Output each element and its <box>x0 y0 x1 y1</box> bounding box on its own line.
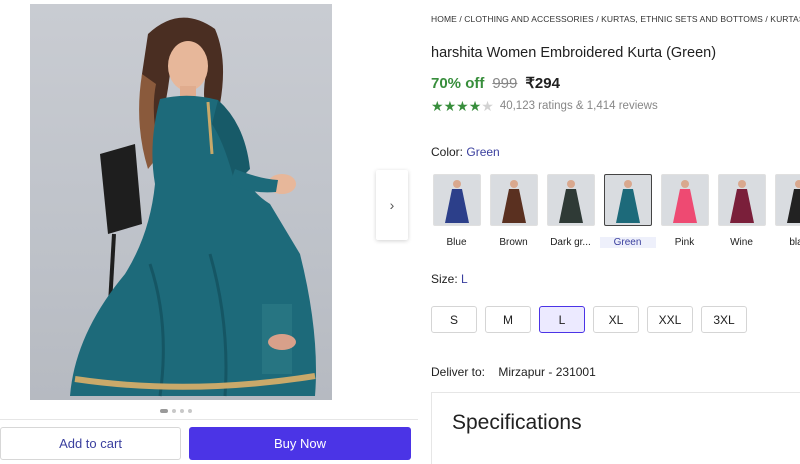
gallery-dot[interactable] <box>180 409 184 413</box>
specifications-section: Specifications <box>431 392 800 464</box>
gallery-dots <box>160 409 192 413</box>
color-swatch[interactable]: Dark gr... <box>545 174 596 248</box>
buy-now-button[interactable]: Buy Now <box>189 427 411 460</box>
swatch-label: Blue <box>429 237 485 248</box>
color-swatch[interactable]: Blue <box>431 174 482 248</box>
size-option-xxl[interactable]: XXL <box>647 306 693 333</box>
breadcrumb[interactable]: HOME / CLOTHING AND ACCESSORIES / KURTAS… <box>431 14 800 24</box>
delivery-info[interactable]: Deliver to: Mirzapur - 231001 <box>431 365 596 379</box>
rating-count: 40,123 ratings & 1,414 reviews <box>500 100 658 112</box>
selling-price: ₹294 <box>525 74 560 92</box>
size-option-xl[interactable]: XL <box>593 306 639 333</box>
color-swatch[interactable]: Wine <box>716 174 767 248</box>
size-option-s[interactable]: S <box>431 306 477 333</box>
gallery-dot[interactable] <box>172 409 176 413</box>
star-icon: ★ <box>431 99 444 113</box>
divider <box>0 419 418 420</box>
swatch-label: blac <box>771 237 800 248</box>
add-to-cart-button[interactable]: Add to cart <box>0 427 181 460</box>
chevron-right-icon: › <box>390 197 395 213</box>
size-selected-value: L <box>461 272 468 286</box>
size-option-3xl[interactable]: 3XL <box>701 306 747 333</box>
color-label-text: Color: <box>431 145 463 159</box>
swatch-label: Pink <box>657 237 713 248</box>
product-image[interactable] <box>30 4 332 400</box>
color-label: Color: Green <box>431 145 500 159</box>
size-option-m[interactable]: M <box>485 306 531 333</box>
swatch-thumbnail <box>490 174 538 226</box>
price-row: 70% off 999 ₹294 <box>431 74 560 92</box>
size-label-text: Size: <box>431 272 458 286</box>
original-price: 999 <box>492 75 517 92</box>
swatch-label: Green <box>600 237 656 248</box>
swatch-thumbnail <box>433 174 481 226</box>
rating-row[interactable]: ★★★★★ 40,123 ratings & 1,414 reviews <box>431 99 658 113</box>
color-swatch[interactable]: Green <box>602 174 653 248</box>
delivery-label: Deliver to: <box>431 365 485 379</box>
size-label: Size: L <box>431 272 468 286</box>
gallery-dot[interactable] <box>160 409 168 413</box>
swatch-thumbnail <box>718 174 766 226</box>
color-swatch[interactable]: blac <box>773 174 800 248</box>
model-illustration <box>30 4 332 400</box>
star-icon: ★ <box>444 99 457 113</box>
color-selected-value: Green <box>466 145 499 159</box>
size-options: SML XL XXL 3XL <box>431 306 747 333</box>
star-icon: ★ <box>481 99 494 113</box>
rating-stars: ★★★★★ <box>431 99 494 113</box>
swatch-label: Dark gr... <box>543 237 599 248</box>
product-title: harshita Women Embroidered Kurta (Green) <box>431 45 716 61</box>
color-swatches: BlueBrownDark gr...GreenPinkWineblac <box>431 174 800 248</box>
swatch-thumbnail <box>604 174 652 226</box>
specifications-title: Specifications <box>452 411 582 435</box>
swatch-label: Brown <box>486 237 542 248</box>
swatch-thumbnail <box>775 174 800 226</box>
gallery-dot[interactable] <box>188 409 192 413</box>
color-swatch[interactable]: Brown <box>488 174 539 248</box>
swatch-label: Wine <box>714 237 770 248</box>
discount-badge: 70% off <box>431 75 484 92</box>
swatch-thumbnail <box>547 174 595 226</box>
swatch-thumbnail <box>661 174 709 226</box>
star-icon: ★ <box>456 99 469 113</box>
size-option-l[interactable]: L <box>539 306 585 333</box>
color-swatch[interactable]: Pink <box>659 174 710 248</box>
star-icon: ★ <box>469 99 482 113</box>
delivery-location[interactable]: Mirzapur - 231001 <box>498 365 595 379</box>
gallery-next-button[interactable]: › <box>376 170 408 240</box>
